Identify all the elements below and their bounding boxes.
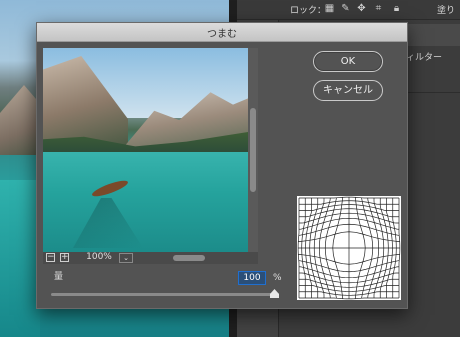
amount-unit: % <box>273 273 282 283</box>
checker-icon[interactable]: ▦ <box>324 3 335 14</box>
preview-horizontal-scroll-thumb[interactable] <box>173 255 205 261</box>
pinch-dialog: つまむ − + 100% ⌄ 量 % OK キャンセル <box>36 22 408 309</box>
dialog-titlebar[interactable]: つまむ <box>37 23 407 42</box>
preview-lake <box>43 152 248 252</box>
lock-icon[interactable]: 🔒︎ <box>391 3 402 14</box>
zoom-out-button[interactable]: − <box>46 253 55 262</box>
amount-input[interactable] <box>238 271 266 285</box>
amount-slider-handle[interactable] <box>270 289 279 298</box>
preview-vertical-scroll-thumb[interactable] <box>250 108 256 192</box>
cancel-button[interactable]: キャンセル <box>313 80 383 101</box>
ok-button[interactable]: OK <box>313 51 383 72</box>
pinch-distortion-preview <box>297 196 401 300</box>
zoom-level: 100% <box>86 252 112 262</box>
fill-label: 塗り <box>437 6 456 16</box>
preview-vertical-scrollbar[interactable] <box>248 48 258 252</box>
canvas-water <box>0 180 40 337</box>
crop-icon[interactable]: ⌗ <box>373 3 384 14</box>
dialog-title: つまむ <box>207 29 237 40</box>
preview-zoom-bar: − + 100% ⌄ <box>43 252 258 264</box>
zoom-dropdown[interactable]: ⌄ <box>119 253 133 263</box>
brush-icon[interactable]: ✎ <box>340 3 351 14</box>
filter-preview[interactable] <box>43 48 258 252</box>
amount-label: 量 <box>54 272 64 282</box>
preview-image[interactable] <box>43 48 248 252</box>
amount-slider-track[interactable] <box>51 293 279 296</box>
lock-label: ロック： <box>290 6 327 16</box>
filter-label: ィルター <box>406 53 443 63</box>
zoom-in-button[interactable]: + <box>60 253 69 262</box>
move-icon[interactable]: ✥ <box>356 3 367 14</box>
